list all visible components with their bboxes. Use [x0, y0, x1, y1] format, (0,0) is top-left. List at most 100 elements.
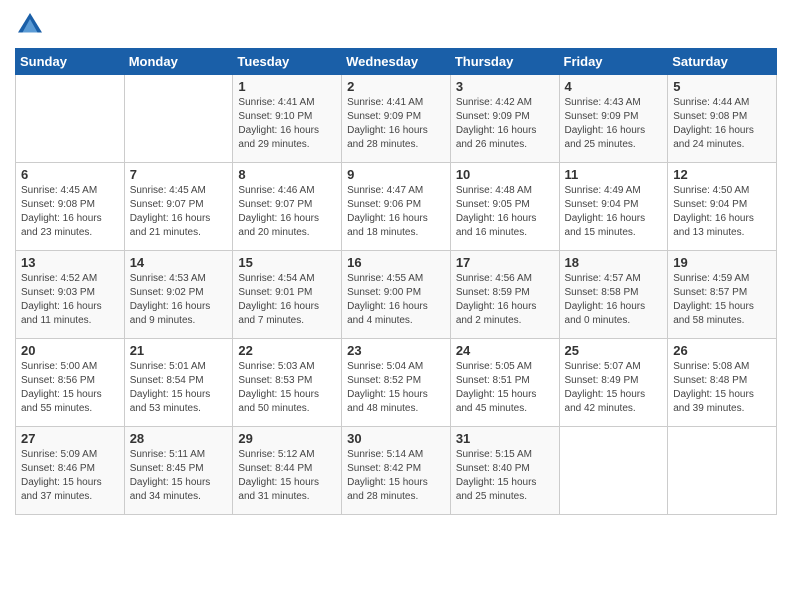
calendar-cell — [559, 427, 668, 515]
day-number: 23 — [347, 343, 445, 358]
calendar-cell: 23 Sunrise: 5:04 AM Sunset: 8:52 PM Dayli… — [342, 339, 451, 427]
weekday-header-saturday: Saturday — [668, 49, 777, 75]
calendar-cell: 12 Sunrise: 4:50 AM Sunset: 9:04 PM Dayli… — [668, 163, 777, 251]
calendar-week-1: 1 Sunrise: 4:41 AM Sunset: 9:10 PM Daylig… — [16, 75, 777, 163]
day-number: 22 — [238, 343, 336, 358]
day-number: 16 — [347, 255, 445, 270]
cell-info: Sunrise: 4:41 AM Sunset: 9:09 PM Dayligh… — [347, 96, 445, 152]
calendar-cell: 10 Sunrise: 4:48 AM Sunset: 9:05 PM Dayli… — [450, 163, 559, 251]
day-number: 3 — [456, 79, 554, 94]
cell-info: Sunrise: 4:43 AM Sunset: 9:09 PM Dayligh… — [565, 96, 663, 152]
cell-info: Sunrise: 5:03 AM Sunset: 8:53 PM Dayligh… — [238, 360, 336, 416]
page-header — [15, 10, 777, 40]
cell-info: Sunrise: 4:45 AM Sunset: 9:08 PM Dayligh… — [21, 184, 119, 240]
day-number: 13 — [21, 255, 119, 270]
day-number: 30 — [347, 431, 445, 446]
day-number: 19 — [673, 255, 771, 270]
calendar-cell: 6Sunrise: 4:45 AM Sunset: 9:08 PM Daylig… — [16, 163, 125, 251]
cell-info: Sunrise: 4:44 AM Sunset: 9:08 PM Dayligh… — [673, 96, 771, 152]
calendar-cell: 19 Sunrise: 4:59 AM Sunset: 8:57 PM Dayli… — [668, 251, 777, 339]
day-number: 29 — [238, 431, 336, 446]
logo-icon — [15, 10, 45, 40]
weekday-header-friday: Friday — [559, 49, 668, 75]
calendar-cell: 1 Sunrise: 4:41 AM Sunset: 9:10 PM Daylig… — [233, 75, 342, 163]
calendar-cell: 17 Sunrise: 4:56 AM Sunset: 8:59 PM Dayli… — [450, 251, 559, 339]
calendar-cell: 22 Sunrise: 5:03 AM Sunset: 8:53 PM Dayli… — [233, 339, 342, 427]
calendar-cell: 30 Sunrise: 5:14 AM Sunset: 8:42 PM Dayli… — [342, 427, 451, 515]
cell-info: Sunrise: 4:55 AM Sunset: 9:00 PM Dayligh… — [347, 272, 445, 328]
cell-info: Sunrise: 5:05 AM Sunset: 8:51 PM Dayligh… — [456, 360, 554, 416]
cell-info: Sunrise: 4:48 AM Sunset: 9:05 PM Dayligh… — [456, 184, 554, 240]
calendar-cell: 8 Sunrise: 4:46 AM Sunset: 9:07 PM Daylig… — [233, 163, 342, 251]
day-number: 8 — [238, 167, 336, 182]
day-number: 15 — [238, 255, 336, 270]
cell-info: Sunrise: 5:14 AM Sunset: 8:42 PM Dayligh… — [347, 448, 445, 504]
calendar-cell: 31 Sunrise: 5:15 AM Sunset: 8:40 PM Dayli… — [450, 427, 559, 515]
calendar-cell: 14 Sunrise: 4:53 AM Sunset: 9:02 PM Dayli… — [124, 251, 233, 339]
calendar-week-4: 20 Sunrise: 5:00 AM Sunset: 8:56 PM Dayli… — [16, 339, 777, 427]
day-number: 1 — [238, 79, 336, 94]
calendar-cell: 11 Sunrise: 4:49 AM Sunset: 9:04 PM Dayli… — [559, 163, 668, 251]
cell-info: Sunrise: 4:42 AM Sunset: 9:09 PM Dayligh… — [456, 96, 554, 152]
day-number: 11 — [565, 167, 663, 182]
calendar-cell — [668, 427, 777, 515]
calendar-cell: 29Sunrise: 5:12 AM Sunset: 8:44 PM Dayli… — [233, 427, 342, 515]
cell-info: Sunrise: 5:15 AM Sunset: 8:40 PM Dayligh… — [456, 448, 554, 504]
calendar-week-3: 13 Sunrise: 4:52 AM Sunset: 9:03 PM Dayli… — [16, 251, 777, 339]
day-number: 27 — [21, 431, 119, 446]
logo — [15, 10, 49, 40]
day-number: 7 — [130, 167, 228, 182]
day-number: 2 — [347, 79, 445, 94]
day-number: 20 — [21, 343, 119, 358]
cell-info: Sunrise: 5:04 AM Sunset: 8:52 PM Dayligh… — [347, 360, 445, 416]
day-number: 5 — [673, 79, 771, 94]
cell-info: Sunrise: 4:50 AM Sunset: 9:04 PM Dayligh… — [673, 184, 771, 240]
day-number: 14 — [130, 255, 228, 270]
day-number: 24 — [456, 343, 554, 358]
cell-info: Sunrise: 4:47 AM Sunset: 9:06 PM Dayligh… — [347, 184, 445, 240]
cell-info: Sunrise: 5:00 AM Sunset: 8:56 PM Dayligh… — [21, 360, 119, 416]
day-number: 4 — [565, 79, 663, 94]
calendar-cell: 9 Sunrise: 4:47 AM Sunset: 9:06 PM Daylig… — [342, 163, 451, 251]
day-number: 9 — [347, 167, 445, 182]
calendar-cell: 26Sunrise: 5:08 AM Sunset: 8:48 PM Dayli… — [668, 339, 777, 427]
day-number: 12 — [673, 167, 771, 182]
weekday-header-sunday: Sunday — [16, 49, 125, 75]
weekday-header-tuesday: Tuesday — [233, 49, 342, 75]
day-number: 21 — [130, 343, 228, 358]
calendar-week-2: 6Sunrise: 4:45 AM Sunset: 9:08 PM Daylig… — [16, 163, 777, 251]
calendar-cell: 7Sunrise: 4:45 AM Sunset: 9:07 PM Daylig… — [124, 163, 233, 251]
cell-info: Sunrise: 5:07 AM Sunset: 8:49 PM Dayligh… — [565, 360, 663, 416]
weekday-header-thursday: Thursday — [450, 49, 559, 75]
cell-info: Sunrise: 5:01 AM Sunset: 8:54 PM Dayligh… — [130, 360, 228, 416]
calendar: SundayMondayTuesdayWednesdayThursdayFrid… — [15, 48, 777, 515]
day-number: 17 — [456, 255, 554, 270]
calendar-cell — [124, 75, 233, 163]
cell-info: Sunrise: 4:54 AM Sunset: 9:01 PM Dayligh… — [238, 272, 336, 328]
calendar-header-row: SundayMondayTuesdayWednesdayThursdayFrid… — [16, 49, 777, 75]
calendar-cell — [16, 75, 125, 163]
cell-info: Sunrise: 4:59 AM Sunset: 8:57 PM Dayligh… — [673, 272, 771, 328]
cell-info: Sunrise: 4:52 AM Sunset: 9:03 PM Dayligh… — [21, 272, 119, 328]
cell-info: Sunrise: 4:41 AM Sunset: 9:10 PM Dayligh… — [238, 96, 336, 152]
calendar-cell: 28Sunrise: 5:11 AM Sunset: 8:45 PM Dayli… — [124, 427, 233, 515]
calendar-cell: 27 Sunrise: 5:09 AM Sunset: 8:46 PM Dayli… — [16, 427, 125, 515]
calendar-cell: 13 Sunrise: 4:52 AM Sunset: 9:03 PM Dayli… — [16, 251, 125, 339]
day-number: 25 — [565, 343, 663, 358]
cell-info: Sunrise: 4:57 AM Sunset: 8:58 PM Dayligh… — [565, 272, 663, 328]
cell-info: Sunrise: 5:08 AM Sunset: 8:48 PM Dayligh… — [673, 360, 771, 416]
calendar-cell: 2 Sunrise: 4:41 AM Sunset: 9:09 PM Daylig… — [342, 75, 451, 163]
calendar-cell: 25 Sunrise: 5:07 AM Sunset: 8:49 PM Dayli… — [559, 339, 668, 427]
day-number: 18 — [565, 255, 663, 270]
cell-info: Sunrise: 5:09 AM Sunset: 8:46 PM Dayligh… — [21, 448, 119, 504]
day-number: 31 — [456, 431, 554, 446]
cell-info: Sunrise: 4:53 AM Sunset: 9:02 PM Dayligh… — [130, 272, 228, 328]
cell-info: Sunrise: 4:49 AM Sunset: 9:04 PM Dayligh… — [565, 184, 663, 240]
cell-info: Sunrise: 5:11 AM Sunset: 8:45 PM Dayligh… — [130, 448, 228, 504]
cell-info: Sunrise: 4:46 AM Sunset: 9:07 PM Dayligh… — [238, 184, 336, 240]
calendar-week-5: 27 Sunrise: 5:09 AM Sunset: 8:46 PM Dayli… — [16, 427, 777, 515]
cell-info: Sunrise: 4:56 AM Sunset: 8:59 PM Dayligh… — [456, 272, 554, 328]
calendar-cell: 15 Sunrise: 4:54 AM Sunset: 9:01 PM Dayli… — [233, 251, 342, 339]
calendar-cell: 24 Sunrise: 5:05 AM Sunset: 8:51 PM Dayli… — [450, 339, 559, 427]
day-number: 10 — [456, 167, 554, 182]
